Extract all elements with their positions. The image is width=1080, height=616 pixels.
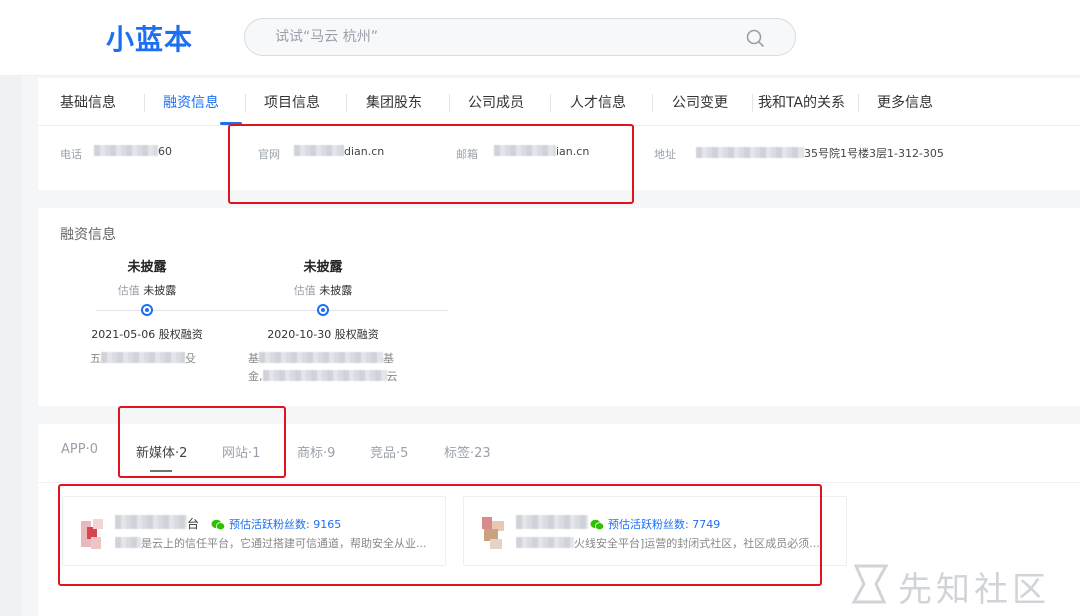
funding-card: 融资信息 未披露 估值 未披露 2021-05-06 股权融资 五殳 未披露 估… xyxy=(38,208,1080,406)
investor-text[interactable]: 基基 xyxy=(248,350,394,366)
timeline-dot xyxy=(317,304,329,316)
search-icon[interactable] xyxy=(745,28,765,48)
funding-date-type: 2021-05-06 股权融资 xyxy=(91,328,203,341)
address-value: 35号院1号楼3层1-312-305 xyxy=(696,145,944,161)
timeline-dot xyxy=(141,304,153,316)
funding-valuation: 估值 未披露 xyxy=(293,284,353,297)
funding-round-name: 未披露 xyxy=(303,260,343,275)
phone-value[interactable]: 60 xyxy=(94,145,172,158)
investor-text[interactable]: 金, 云 xyxy=(248,368,398,384)
tab-funding-info[interactable]: 融资信息 xyxy=(163,92,219,112)
tab-divider xyxy=(346,94,347,112)
redacted-blur xyxy=(696,147,804,158)
funding-date-type: 2020-10-30 股权融资 xyxy=(267,328,379,341)
tab-trademark[interactable]: 商标·9 xyxy=(297,442,335,461)
phone-label: 电话 xyxy=(60,148,82,161)
tab-tags[interactable]: 标签·23 xyxy=(444,442,491,461)
tab-divider xyxy=(652,94,653,112)
tab-divider xyxy=(550,94,551,112)
investor-text[interactable]: 五殳 xyxy=(90,350,196,366)
search-input[interactable] xyxy=(275,27,715,47)
search-box[interactable] xyxy=(244,18,796,56)
tab-divider xyxy=(449,94,450,112)
funding-round-name: 未披露 xyxy=(127,260,167,275)
left-strip xyxy=(0,76,22,616)
redacted-blur xyxy=(259,352,383,363)
redacted-blur xyxy=(94,145,158,156)
tab-company-members[interactable]: 公司成员 xyxy=(468,92,524,112)
tab-competitors[interactable]: 竞品·5 xyxy=(370,442,408,461)
tab-basic-info[interactable]: 基础信息 xyxy=(60,92,116,112)
funding-valuation: 估值 未披露 xyxy=(117,284,177,297)
watermark-logo-icon xyxy=(851,564,889,604)
highlight-box-media-cards xyxy=(58,484,822,586)
tab-relationship[interactable]: 我和TA的关系 xyxy=(758,92,845,112)
tab-talent-info[interactable]: 人才信息 xyxy=(570,92,626,112)
highlight-box-media-tabs xyxy=(118,406,286,478)
tab-app[interactable]: APP·0 xyxy=(61,442,98,457)
top-header: 小蓝本 xyxy=(0,0,1080,76)
tab-divider xyxy=(752,94,753,112)
address-label: 地址 xyxy=(654,148,676,161)
watermark: 先知社区 xyxy=(846,556,1076,612)
highlight-box-contact xyxy=(228,124,634,204)
tab-divider xyxy=(858,94,859,112)
tab-more-info[interactable]: 更多信息 xyxy=(877,92,933,112)
funding-section-title: 融资信息 xyxy=(60,227,116,243)
tab-divider xyxy=(245,94,246,112)
divider xyxy=(38,482,1080,483)
logo[interactable]: 小蓝本 xyxy=(106,18,193,58)
redacted-blur xyxy=(262,370,387,381)
watermark-text: 先知社区 xyxy=(898,570,1050,610)
tab-company-changes[interactable]: 公司变更 xyxy=(672,92,728,112)
section-tabs: 基础信息 融资信息 项目信息 集团股东 公司成员 人才信息 公司变更 我和TA的… xyxy=(38,78,1080,126)
tab-divider xyxy=(144,94,145,112)
redacted-blur xyxy=(101,352,185,363)
tab-project-info[interactable]: 项目信息 xyxy=(264,92,320,112)
tab-group-shareholders[interactable]: 集团股东 xyxy=(366,92,422,112)
